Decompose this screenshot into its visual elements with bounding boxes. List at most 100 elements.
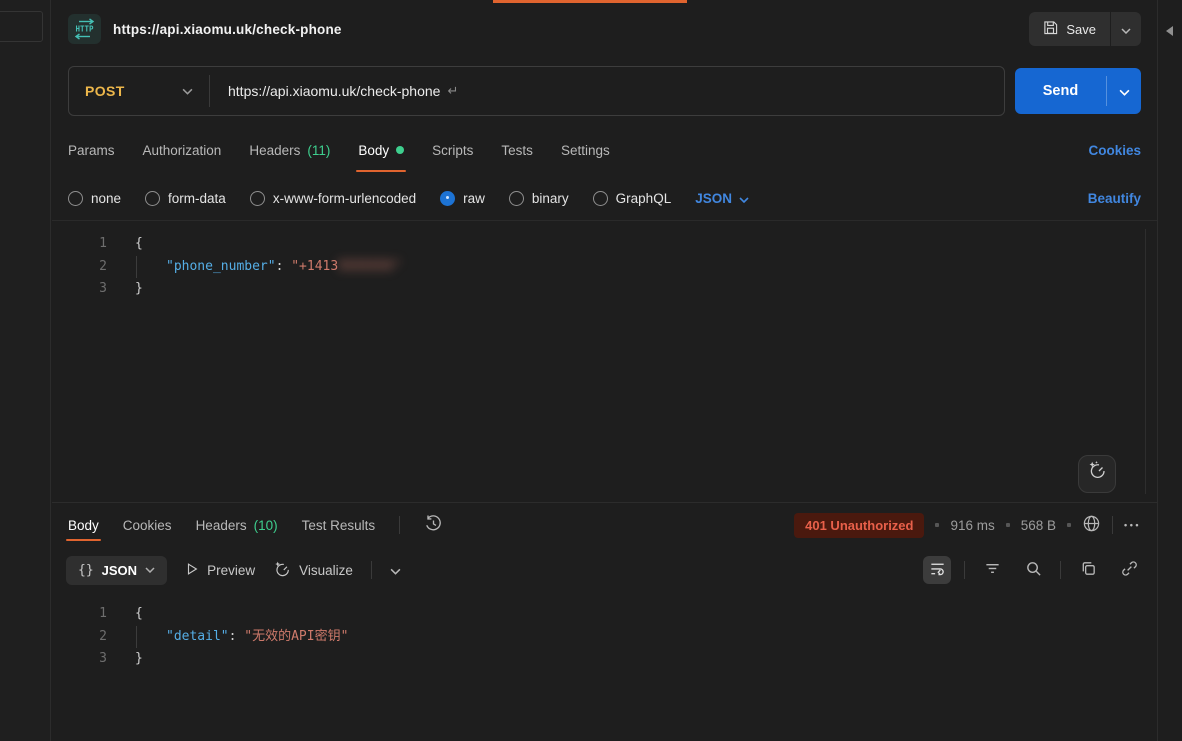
link-button[interactable] (1115, 556, 1143, 584)
code-line: 2 "phone_number": "+14135555555" (52, 256, 1157, 279)
editor-scrollbar[interactable] (1145, 229, 1146, 494)
tab-settings[interactable]: Settings (561, 124, 610, 176)
radio-circle-icon (68, 191, 83, 206)
radio-selected-icon (440, 191, 455, 206)
response-toolbar: {} JSON Preview (52, 547, 1157, 593)
radio-circle-icon (250, 191, 265, 206)
postbot-ai-button[interactable] (1078, 455, 1116, 493)
chevron-down-icon (1121, 22, 1131, 37)
url-input-box: POST https://api.xiaomu.uk/check-phone ↵ (68, 66, 1005, 116)
toolbar-collapse-button[interactable] (390, 563, 401, 578)
tab-headers[interactable]: Headers (11) (249, 124, 330, 176)
play-icon (185, 562, 199, 579)
braces-icon: {} (78, 563, 94, 578)
redacted-phone-value: 5555555" (338, 259, 401, 274)
tab-params[interactable]: Params (68, 124, 115, 176)
response-tab-test-results[interactable]: Test Results (302, 503, 376, 547)
request-tabs: Params Authorization Headers (11) Body S… (52, 124, 1157, 176)
divider (964, 561, 965, 579)
preview-button[interactable]: Preview (185, 562, 255, 579)
body-modified-dot (396, 146, 404, 154)
radio-circle-icon (145, 191, 160, 206)
radio-form-data[interactable]: form-data (145, 191, 226, 206)
radio-circle-icon (593, 191, 608, 206)
network-info-button[interactable] (1082, 514, 1101, 536)
more-options-button[interactable]: ••• (1124, 520, 1141, 530)
tab-body[interactable]: Body (358, 124, 404, 176)
main-panel: HTTP https://api.xiaomu.uk/check-phone S… (52, 0, 1157, 741)
save-button[interactable]: Save (1029, 12, 1110, 46)
beautify-link[interactable]: Beautify (1088, 191, 1141, 206)
line-number: 2 (52, 256, 107, 279)
chevron-down-icon (145, 567, 155, 573)
sidebar-collapsed-tab[interactable] (0, 11, 43, 42)
request-title: https://api.xiaomu.uk/check-phone (113, 22, 342, 37)
send-options-button[interactable] (1107, 68, 1141, 114)
response-headers-count: (10) (254, 518, 278, 533)
response-time[interactable]: 916 ms (950, 518, 994, 533)
code-line: 1 { (52, 233, 1157, 256)
radio-binary[interactable]: binary (509, 191, 569, 206)
copy-icon (1080, 560, 1097, 580)
response-format-selector[interactable]: {} JSON (66, 556, 167, 585)
response-body-editor[interactable]: 1 { 2 "detail": "无效的API密钥" 3 } (52, 593, 1157, 741)
chevron-down-icon (390, 563, 401, 578)
tab-tests[interactable]: Tests (501, 124, 533, 176)
search-button[interactable] (1019, 556, 1047, 584)
http-request-icon: HTTP (68, 14, 101, 44)
tab-scripts[interactable]: Scripts (432, 124, 473, 176)
svg-text:HTTP: HTTP (75, 25, 94, 34)
collapse-arrow-icon[interactable] (1166, 26, 1173, 36)
send-button[interactable]: Send (1015, 68, 1106, 114)
response-action-icons (923, 556, 1143, 584)
tab-authorization[interactable]: Authorization (143, 124, 222, 176)
indent-guide (136, 626, 137, 649)
save-button-label: Save (1066, 22, 1096, 37)
request-url-row: POST https://api.xiaomu.uk/check-phone ↵… (52, 58, 1157, 124)
body-mode-row: none form-data x-www-form-urlencoded raw… (52, 176, 1157, 220)
response-tab-headers[interactable]: Headers (10) (196, 503, 278, 547)
url-input[interactable]: https://api.xiaomu.uk/check-phone ↵ (210, 67, 1004, 115)
active-tab-accent-bar (493, 0, 687, 3)
radio-none[interactable]: none (68, 191, 121, 206)
cookies-link[interactable]: Cookies (1088, 143, 1141, 158)
chevron-down-icon (1119, 84, 1130, 99)
separator-dot (1067, 523, 1071, 527)
indent-guide (136, 256, 137, 279)
globe-icon (1082, 514, 1101, 536)
code-line: 3 } (52, 648, 1157, 671)
response-history-button[interactable] (424, 514, 443, 536)
separator-dot (935, 523, 939, 527)
copy-button[interactable] (1074, 556, 1102, 584)
code-line: 2 "detail": "无效的API密钥" (52, 626, 1157, 649)
radio-graphql[interactable]: GraphQL (593, 191, 672, 206)
save-button-group: Save (1029, 12, 1141, 46)
response-tab-body[interactable]: Body (68, 503, 99, 547)
visualize-button[interactable]: Visualize (273, 560, 353, 581)
line-number: 2 (52, 626, 107, 649)
request-body-editor[interactable]: 1 { 2 "phone_number": "+14135555555" 3 } (52, 220, 1157, 502)
postman-app-window: HTTP https://api.xiaomu.uk/check-phone S… (0, 0, 1182, 741)
chevron-down-icon (739, 191, 749, 206)
method-selector[interactable]: POST (69, 67, 209, 115)
visualize-sparkle-icon (273, 560, 291, 581)
link-icon (1121, 560, 1138, 580)
word-wrap-button[interactable] (923, 556, 951, 584)
radio-x-www-form-urlencoded[interactable]: x-www-form-urlencoded (250, 191, 416, 206)
filter-icon (984, 560, 1001, 580)
search-icon (1025, 560, 1042, 580)
request-header-bar: HTTP https://api.xiaomu.uk/check-phone S… (52, 0, 1157, 58)
response-tab-cookies[interactable]: Cookies (123, 503, 172, 547)
separator-dot (1006, 523, 1010, 527)
divider (371, 561, 372, 579)
radio-raw[interactable]: raw (440, 191, 485, 206)
status-badge[interactable]: 401 Unauthorized (794, 513, 924, 538)
radio-circle-icon (509, 191, 524, 206)
response-size[interactable]: 568 B (1021, 518, 1056, 533)
filter-button[interactable] (978, 556, 1006, 584)
send-button-group: Send (1015, 68, 1141, 114)
save-options-button[interactable] (1111, 12, 1141, 46)
raw-format-selector[interactable]: JSON (695, 191, 749, 206)
response-panel: Body Cookies Headers (10) Test Results (52, 502, 1157, 741)
line-number: 3 (52, 648, 107, 671)
